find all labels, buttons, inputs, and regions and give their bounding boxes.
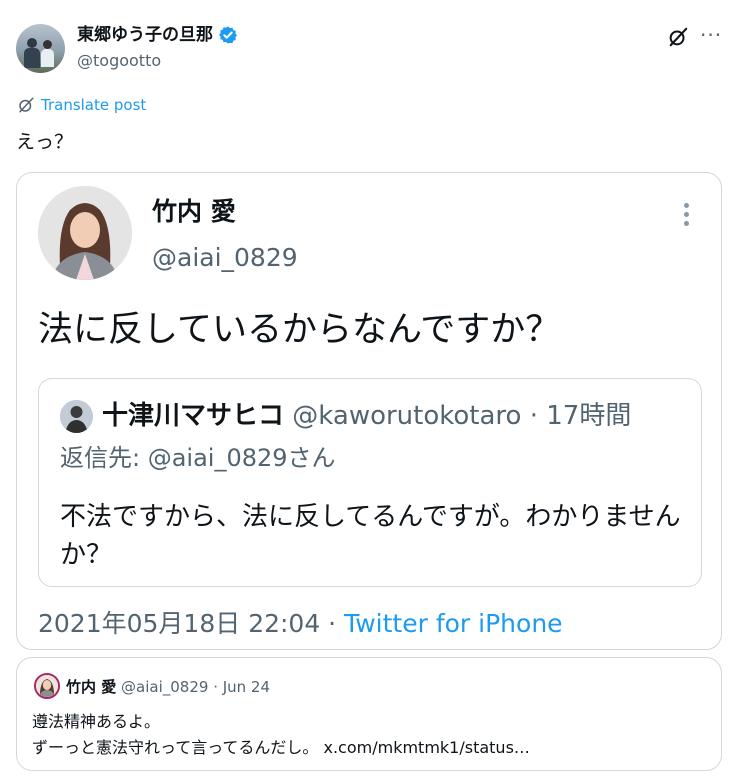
more-icon[interactable]: ···: [700, 23, 722, 47]
quoted-text: 不法ですから、法に反してるんですが。わかりませんか？: [60, 502, 681, 570]
quoted-post-author-handle[interactable]: @aiai_0829: [121, 678, 208, 696]
embedded-timestamp: 2021年05月18日 22:04 · Twitter for iPhone: [38, 607, 563, 641]
quoted-author-handle: @kaworutokotaro: [292, 401, 522, 431]
author-avatar[interactable]: [16, 24, 65, 73]
source-text: Twitter for iPhone: [344, 609, 563, 638]
embedded-author-avatar: [38, 186, 132, 280]
post-text: えっ？: [16, 131, 74, 153]
quoted-time: · 17時間: [529, 401, 632, 431]
author-name-text[interactable]: 東郷ゆう子の旦那: [77, 24, 213, 46]
quoted-author-avatar: [60, 400, 93, 433]
quoted-post-line1: 遵法精神あるよ。: [32, 712, 161, 731]
quoted-header: 十津川マサヒコ @kaworutokotaro · 17時間: [102, 398, 631, 434]
quoted-post-header: 竹内 愛 @aiai_0829 · Jun 24: [66, 676, 270, 698]
author-name[interactable]: 東郷ゆう子の旦那: [77, 24, 238, 46]
quoted-reply-to: 返信先: @aiai_0829さん: [60, 444, 336, 472]
kebab-icon: [684, 203, 690, 230]
embedded-author-name: 竹内 愛: [152, 197, 236, 226]
translate-icon: [19, 97, 34, 113]
quoted-author-name: 十津川マサヒコ: [102, 401, 285, 431]
author-handle[interactable]: @togootto: [77, 51, 161, 71]
quoted-post-text: 遵法精神あるよ。 ずーっと憲法守れって言ってるんだし。 x.com/mkmtmk…: [32, 709, 530, 761]
embedded-tweet-text: 法に反しているからなんですか？: [38, 310, 561, 350]
embedded-author-handle: @aiai_0829: [152, 243, 298, 272]
quoted-post-author-name[interactable]: 竹内 愛: [66, 678, 116, 696]
verified-badge-icon: [219, 26, 237, 44]
translate-label[interactable]: Translate post: [41, 96, 146, 114]
quoted-post-avatar[interactable]: [34, 673, 60, 699]
quoted-post-date[interactable]: · Jun 24: [208, 678, 270, 696]
quoted-post-line2: ずーっと憲法守れって言ってるんだし。 x.com/mkmtmk1/status…: [32, 738, 530, 757]
translate-post-link[interactable]: Translate post: [17, 96, 146, 114]
timestamp-text: 2021年05月18日 22:04 ·: [38, 609, 345, 638]
grok-icon[interactable]: [667, 26, 689, 48]
